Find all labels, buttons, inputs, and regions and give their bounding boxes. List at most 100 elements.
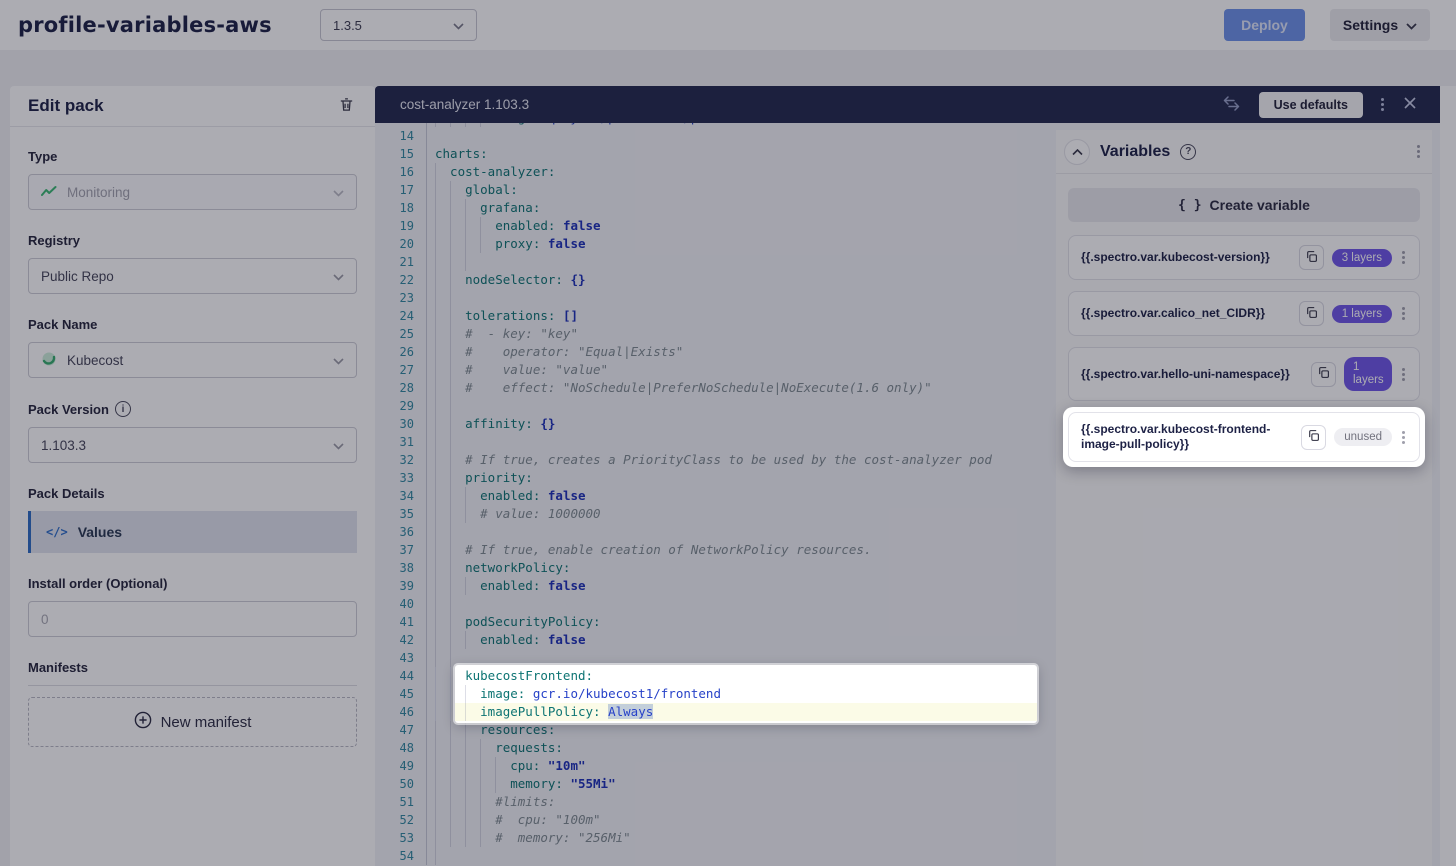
line-number: 44: [375, 667, 427, 685]
variable-usage-badge: 1 layers: [1344, 357, 1392, 391]
copy-variable-button[interactable]: [1311, 362, 1336, 387]
manifests-label: Manifests: [28, 660, 357, 675]
page-scrollbar[interactable]: [1440, 86, 1456, 866]
line-number: 22: [375, 271, 427, 289]
code-line: 45image: gcr.io/kubecost1/frontend: [375, 685, 1440, 703]
monitoring-icon: [41, 185, 57, 200]
pack-name-label: Pack Name: [28, 317, 357, 332]
line-number: 49: [375, 757, 427, 775]
copy-variable-button[interactable]: [1299, 301, 1324, 326]
profile-title: profile-variables-aws: [18, 13, 272, 37]
variables-header: Variables ?: [1056, 130, 1432, 174]
variable-menu-button[interactable]: [1400, 436, 1407, 439]
kebab-icon: [1402, 256, 1405, 259]
line-number: 50: [375, 775, 427, 793]
kebab-icon: [1402, 312, 1405, 315]
variable-menu-button[interactable]: [1400, 373, 1407, 376]
new-manifest-label: New manifest: [161, 714, 252, 731]
line-number: 18: [375, 199, 427, 217]
close-icon: [1404, 97, 1416, 112]
type-label: Type: [28, 149, 357, 164]
line-number: 24: [375, 307, 427, 325]
chevron-down-icon: [333, 269, 344, 284]
line-number: 27: [375, 361, 427, 379]
copy-icon: [1307, 429, 1320, 445]
copy-variable-button[interactable]: [1299, 245, 1324, 270]
line-number: 21: [375, 253, 427, 271]
info-icon[interactable]: i: [115, 401, 131, 417]
kubecost-logo-icon: [41, 351, 57, 370]
line-number: 15: [375, 145, 427, 163]
install-order-input[interactable]: [28, 601, 357, 637]
kebab-icon: [1417, 150, 1420, 153]
help-icon[interactable]: ?: [1180, 144, 1196, 160]
line-number: 19: [375, 217, 427, 235]
registry-label: Registry: [28, 233, 357, 248]
line-number: 52: [375, 811, 427, 829]
new-manifest-button[interactable]: New manifest: [28, 697, 357, 747]
registry-select[interactable]: Public Repo: [28, 258, 357, 294]
pack-name-select[interactable]: Kubecost: [28, 342, 357, 378]
editor-title: cost-analyzer 1.103.3: [400, 97, 529, 112]
type-select: Monitoring: [28, 174, 357, 210]
variable-usage-badge: 1 layers: [1332, 305, 1392, 323]
variable-usage-badge: unused: [1334, 428, 1392, 446]
variable-menu-button[interactable]: [1400, 312, 1407, 315]
chevron-down-icon: [333, 353, 344, 368]
variables-menu-button[interactable]: [1415, 148, 1422, 155]
settings-button[interactable]: Settings: [1330, 9, 1430, 41]
profile-version-select[interactable]: 1.3.5: [320, 9, 477, 41]
line-number: 25: [375, 325, 427, 343]
chevron-down-icon: [1406, 17, 1417, 33]
line-number: 51: [375, 793, 427, 811]
edit-pack-panel: Edit pack Type Monitoring Registry Publ: [10, 86, 375, 866]
editor-header: cost-analyzer 1.103.3 Use defaults: [375, 86, 1440, 123]
line-number: 54: [375, 847, 427, 865]
variable-row: {{.spectro.var.kubecost-frontend-image-p…: [1068, 412, 1420, 462]
variable-row: {{.spectro.var.kubecost-version}}3 layer…: [1068, 235, 1420, 280]
line-number: 32: [375, 451, 427, 469]
line-number: 14: [375, 127, 427, 145]
variable-name: {{.spectro.var.kubecost-version}}: [1081, 250, 1291, 265]
variable-name: {{.spectro.var.kubecost-frontend-image-p…: [1081, 422, 1293, 452]
line-number: 16: [375, 163, 427, 181]
create-variable-button[interactable]: { } Create variable: [1068, 188, 1420, 222]
collapse-panel-button[interactable]: [1064, 139, 1090, 165]
compare-values-button[interactable]: [1220, 94, 1243, 116]
line-number: 23: [375, 289, 427, 307]
pack-version-label: Pack Version: [28, 402, 109, 417]
line-number: 33: [375, 469, 427, 487]
line-number: 47: [375, 721, 427, 739]
line-number: 42: [375, 631, 427, 649]
registry-value: Public Repo: [41, 269, 114, 284]
editor-close-button[interactable]: [1402, 95, 1418, 114]
code-line-content: image: gcr.io/kubecost1/frontend: [427, 685, 1440, 703]
line-number: 20: [375, 235, 427, 253]
variable-row-spotlight: {{.spectro.var.kubecost-frontend-image-p…: [1063, 407, 1425, 467]
variables-title: Variables: [1100, 143, 1170, 161]
variable-menu-button[interactable]: [1400, 256, 1407, 259]
code-line-content: imagePullPolicy: Always: [427, 703, 1440, 721]
editor-menu-button[interactable]: [1379, 101, 1386, 108]
edit-pack-title: Edit pack: [28, 96, 104, 116]
deploy-button[interactable]: Deploy: [1224, 9, 1305, 41]
line-number: 46: [375, 703, 427, 721]
line-number: 37: [375, 541, 427, 559]
line-number: 36: [375, 523, 427, 541]
use-defaults-button[interactable]: Use defaults: [1259, 92, 1363, 118]
code-line: 44kubecostFrontend:: [375, 667, 1440, 685]
line-number: 48: [375, 739, 427, 757]
pack-version-select[interactable]: 1.103.3: [28, 427, 357, 463]
settings-label: Settings: [1343, 17, 1398, 33]
pack-version-value: 1.103.3: [41, 438, 86, 453]
copy-variable-button[interactable]: [1301, 425, 1326, 450]
delete-pack-button[interactable]: [336, 94, 357, 118]
type-value: Monitoring: [67, 185, 130, 200]
line-number: 31: [375, 433, 427, 451]
line-number: 38: [375, 559, 427, 577]
copy-icon: [1317, 366, 1330, 382]
pack-details-label: Pack Details: [28, 486, 357, 501]
pack-details-values-tab[interactable]: </> Values: [28, 511, 357, 553]
pack-name-value: Kubecost: [67, 353, 123, 368]
variable-row: {{.spectro.var.hello-uni-namespace}}1 la…: [1068, 347, 1420, 401]
